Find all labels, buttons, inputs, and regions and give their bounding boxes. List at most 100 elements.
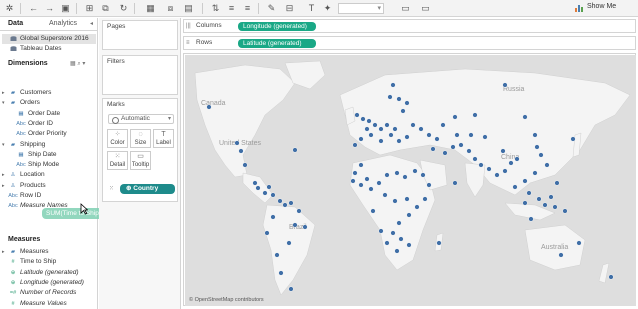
country-mark[interactable] bbox=[570, 136, 576, 142]
pane-menu-icon[interactable]: ◂ bbox=[90, 20, 93, 27]
field-item[interactable]: ▸ ▰ Customers bbox=[2, 88, 51, 98]
pin-icon[interactable]: ✦ bbox=[322, 3, 333, 14]
country-mark[interactable] bbox=[500, 148, 506, 154]
tooltip-button[interactable]: ▭ Tooltip bbox=[130, 151, 151, 170]
country-mark[interactable] bbox=[394, 170, 400, 176]
country-mark[interactable] bbox=[522, 114, 528, 120]
fit-dropdown[interactable] bbox=[338, 3, 384, 14]
country-mark[interactable] bbox=[454, 132, 460, 138]
country-mark[interactable] bbox=[368, 186, 374, 192]
save-icon[interactable]: ▣ bbox=[60, 3, 71, 14]
country-mark[interactable] bbox=[360, 116, 366, 122]
country-mark[interactable] bbox=[552, 204, 558, 210]
country-mark[interactable] bbox=[406, 242, 412, 248]
country-mark[interactable] bbox=[414, 204, 420, 210]
country-mark[interactable] bbox=[378, 138, 384, 144]
country-mark[interactable] bbox=[352, 170, 358, 176]
redo-icon[interactable]: → bbox=[44, 3, 55, 14]
collapse-icon[interactable]: ▾ bbox=[2, 140, 5, 150]
country-mark[interactable] bbox=[400, 108, 406, 114]
collapse-icon[interactable]: ▾ bbox=[2, 98, 5, 108]
country-mark[interactable] bbox=[372, 122, 378, 128]
field-item[interactable]: ▦ Order Date bbox=[16, 109, 60, 119]
filters-card[interactable]: Filters bbox=[102, 55, 178, 95]
country-mark[interactable] bbox=[558, 252, 564, 258]
country-mark[interactable] bbox=[396, 138, 402, 144]
country-mark[interactable] bbox=[450, 144, 456, 150]
field-item[interactable]: # Time to Ship bbox=[8, 257, 56, 267]
field-item[interactable]: ⊕ Longitude (generated) bbox=[8, 278, 84, 288]
country-mark[interactable] bbox=[398, 236, 404, 242]
country-mark[interactable] bbox=[390, 82, 396, 88]
columns-shelf[interactable]: ||| Columns Longitude (generated) bbox=[183, 19, 636, 33]
country-mark[interactable] bbox=[366, 118, 372, 124]
country-mark[interactable] bbox=[538, 152, 544, 158]
country-mark[interactable] bbox=[434, 136, 440, 142]
country-mark[interactable] bbox=[536, 196, 542, 202]
country-mark[interactable] bbox=[410, 122, 416, 128]
new-worksheet-icon[interactable]: ▦ bbox=[145, 3, 156, 14]
country-mark[interactable] bbox=[514, 156, 520, 162]
field-item[interactable]: Abc Ship Mode bbox=[16, 160, 59, 170]
country-mark[interactable] bbox=[358, 182, 364, 188]
group-icon[interactable]: ⊟ bbox=[284, 3, 295, 14]
country-mark[interactable] bbox=[548, 194, 554, 200]
country-mark[interactable] bbox=[282, 202, 288, 208]
country-mark[interactable] bbox=[472, 156, 478, 162]
show-me-button[interactable]: Show Me bbox=[587, 3, 616, 10]
country-mark[interactable] bbox=[420, 172, 426, 178]
country-mark[interactable] bbox=[412, 168, 418, 174]
country-mark[interactable] bbox=[354, 112, 360, 118]
country-mark[interactable] bbox=[242, 162, 248, 168]
country-mark[interactable] bbox=[486, 166, 492, 172]
color-button[interactable]: ⁘ Color bbox=[107, 129, 128, 148]
country-mark[interactable] bbox=[384, 172, 390, 178]
field-item[interactable]: # Measure Values bbox=[8, 299, 66, 309]
country-mark[interactable] bbox=[384, 240, 390, 246]
country-mark[interactable] bbox=[358, 136, 364, 142]
country-mark[interactable] bbox=[468, 132, 474, 138]
field-item[interactable]: ▸ ♙ Products bbox=[2, 181, 46, 191]
country-mark[interactable] bbox=[452, 180, 458, 186]
country-mark[interactable] bbox=[426, 132, 432, 138]
expand-icon[interactable]: ▸ bbox=[2, 247, 5, 257]
country-mark[interactable] bbox=[522, 200, 528, 206]
refresh-icon[interactable]: ↻ bbox=[118, 3, 129, 14]
country-mark[interactable] bbox=[358, 162, 364, 168]
field-item[interactable]: =# Number of Records bbox=[8, 288, 77, 298]
country-mark[interactable] bbox=[288, 200, 294, 206]
mark-type-dropdown[interactable]: Automatic bbox=[108, 114, 174, 124]
country-mark[interactable] bbox=[512, 184, 518, 190]
country-mark[interactable] bbox=[534, 144, 540, 150]
country-mark[interactable] bbox=[396, 220, 402, 226]
country-mark[interactable] bbox=[452, 114, 458, 120]
country-mark[interactable] bbox=[502, 168, 508, 174]
country-mark[interactable] bbox=[390, 230, 396, 236]
country-mark[interactable] bbox=[277, 198, 283, 204]
country-mark[interactable] bbox=[266, 184, 272, 190]
field-item[interactable]: ▾ ▰ Shipping bbox=[2, 140, 45, 150]
datasource-item[interactable]: Tableau Dates bbox=[2, 44, 96, 54]
country-mark[interactable] bbox=[522, 178, 528, 184]
country-mark[interactable] bbox=[288, 286, 294, 292]
country-mark[interactable] bbox=[426, 182, 432, 188]
duplicate-sheet-icon[interactable]: ⧈ bbox=[165, 3, 176, 14]
show-cards-icon[interactable]: ▭ bbox=[420, 3, 431, 14]
country-mark[interactable] bbox=[255, 185, 261, 191]
columns-pill[interactable]: Longitude (generated) bbox=[238, 22, 316, 31]
country-mark[interactable] bbox=[402, 174, 408, 180]
country-mark[interactable] bbox=[478, 162, 484, 168]
country-mark[interactable] bbox=[608, 274, 614, 280]
country-mark[interactable] bbox=[482, 134, 488, 140]
country-mark[interactable] bbox=[494, 172, 500, 178]
sort-descending-icon[interactable]: ≡ bbox=[242, 3, 253, 14]
country-mark[interactable] bbox=[388, 132, 394, 138]
country-mark[interactable] bbox=[392, 198, 398, 204]
country-mark[interactable] bbox=[422, 196, 428, 202]
field-item[interactable]: ▾ ▰ Orders bbox=[2, 98, 40, 108]
highlight-icon[interactable]: ✎ bbox=[266, 3, 277, 14]
country-mark[interactable] bbox=[458, 142, 464, 148]
country-mark[interactable] bbox=[436, 240, 442, 246]
country-mark[interactable] bbox=[394, 248, 400, 254]
country-mark[interactable] bbox=[392, 126, 398, 132]
